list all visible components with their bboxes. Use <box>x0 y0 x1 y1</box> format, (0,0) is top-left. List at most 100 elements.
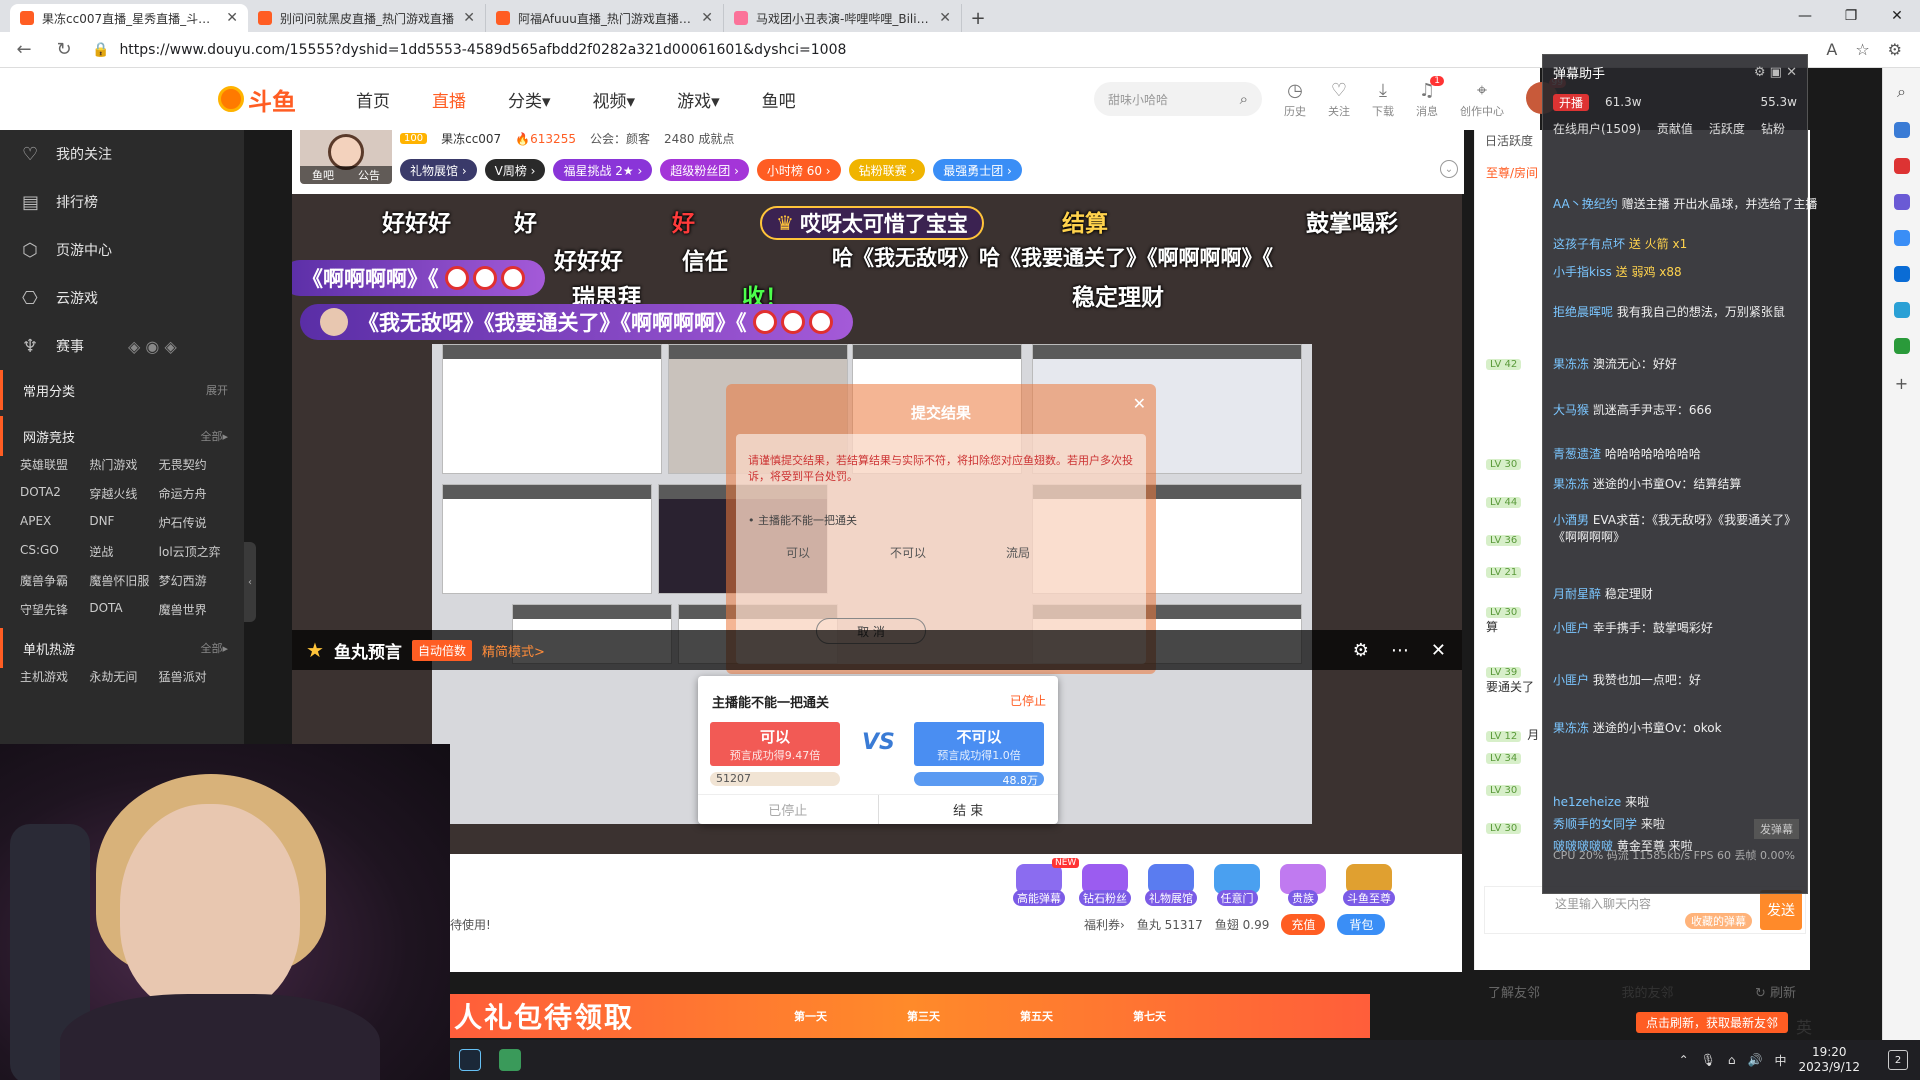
option-yes-button[interactable]: 可以 预言成功得9.47倍 <box>710 722 840 766</box>
simple-mode-link[interactable]: 精简模式> <box>482 641 545 660</box>
diamond-fans-tab[interactable]: 钻粉 <box>1761 120 1785 137</box>
nav-yuba[interactable]: 鱼吧 <box>762 87 796 112</box>
chevron-down-icon[interactable]: ⌄ <box>1440 160 1458 178</box>
user-name[interactable]: 果冻冻 <box>1553 477 1589 491</box>
nav-home[interactable]: 首页 <box>356 87 390 112</box>
category-item[interactable]: DNF <box>89 514 158 531</box>
minimize-icon[interactable]: — <box>1782 0 1828 32</box>
nav-video[interactable]: 视频▾ <box>593 87 636 112</box>
user-name[interactable]: 青葱遗渣 <box>1553 447 1601 461</box>
section-all[interactable]: 全部▸ <box>200 640 228 656</box>
restore-icon[interactable]: ❐ <box>1828 0 1874 32</box>
gift-item[interactable]: 礼物展馆 <box>1144 864 1198 906</box>
message-button[interactable]: ♫ 消息 1 <box>1416 76 1444 119</box>
option-no[interactable]: 不可以 <box>890 544 926 561</box>
option-void[interactable]: 流局 <box>1006 544 1030 561</box>
online-users-tab[interactable]: 在线用户(1509) <box>1553 120 1641 137</box>
gift-item[interactable]: 钻石粉丝 <box>1078 864 1132 906</box>
category-item[interactable]: 逆战 <box>89 543 158 560</box>
browser-tab[interactable]: 果冻cc007直播_星秀直播_斗鱼直 ✕ <box>10 4 248 32</box>
browser-tab[interactable]: 阿福Afuuu直播_热门游戏直播_斗 ✕ <box>486 4 724 32</box>
category-item[interactable]: 猛兽派对 <box>159 668 228 685</box>
chip-lucky-challenge[interactable]: 福星挑战 2★ › <box>553 159 653 181</box>
user-name[interactable]: 小匪户 <box>1553 621 1589 635</box>
search-icon[interactable]: ⌕ <box>1897 82 1906 102</box>
read-aloud-icon[interactable]: A <box>1826 40 1837 59</box>
close-tab-icon[interactable]: ✕ <box>701 10 713 26</box>
user-name[interactable]: 小酒男 <box>1553 513 1589 527</box>
category-item[interactable]: 热门游戏 <box>89 456 158 473</box>
refresh-button[interactable]: ↻ 刷新 <box>1755 982 1796 1001</box>
category-item[interactable]: 主机游戏 <box>20 668 89 685</box>
category-item[interactable]: 魔兽争霸 <box>20 572 89 589</box>
category-item[interactable]: APEX <box>20 514 89 531</box>
follow-button[interactable]: ♡ 关注 <box>1328 80 1350 119</box>
event-logo-icon[interactable]: ◈ ◉ ◈ <box>128 337 177 356</box>
streamer-avatar[interactable]: 鱼吧 公告 <box>300 130 392 184</box>
back-icon[interactable]: ← <box>12 39 36 60</box>
user-name[interactable]: 拒绝晨晖呢 <box>1553 305 1613 319</box>
category-item[interactable]: 炉石传说 <box>159 514 228 531</box>
close-tab-icon[interactable]: ✕ <box>463 10 475 26</box>
recharge-button[interactable]: 充值 <box>1281 914 1326 935</box>
close-window-icon[interactable]: ✕ <box>1874 0 1920 32</box>
add-icon[interactable]: + <box>1895 374 1908 393</box>
close-icon[interactable]: ✕ <box>1133 394 1146 413</box>
nav-game[interactable]: 游戏▾ <box>677 87 720 112</box>
send-button[interactable]: 发送 <box>1760 890 1802 930</box>
sidebar-section-online[interactable]: 网游竞技 全部▸ <box>0 416 244 456</box>
category-item[interactable]: 无畏契约 <box>159 456 228 473</box>
user-name[interactable]: 这孩子有点坏 <box>1553 237 1625 251</box>
notification-center-button[interactable]: 2 <box>1888 1050 1908 1070</box>
nav-live[interactable]: 直播 <box>432 87 466 112</box>
category-item[interactable]: 永劫无间 <box>89 668 158 685</box>
guild[interactable]: 公会：颜客 <box>590 130 650 147</box>
gift-item[interactable]: 任意门 <box>1210 864 1264 906</box>
lang-indicator[interactable]: 英 <box>1796 1014 1812 1038</box>
favorite-danmu-button[interactable]: 收藏的弹幕 <box>1685 913 1752 929</box>
streamer-name[interactable]: 果冻cc007 <box>441 130 501 147</box>
search-icon[interactable]: ⌕ <box>1240 90 1248 108</box>
category-item[interactable]: 魔兽怀旧服 <box>89 572 158 589</box>
reload-icon[interactable]: ↻ <box>52 39 76 60</box>
sidebar-item-webgame[interactable]: ⬡ 页游中心 <box>0 226 244 274</box>
backpack-button[interactable]: 背包 <box>1337 914 1386 935</box>
user-name[interactable]: 果冻冻 <box>1553 357 1589 371</box>
promo-banner[interactable]: 人礼包待领取 第一天 第三天 第五天 第七天 <box>450 994 1370 1038</box>
people-icon[interactable] <box>1893 194 1910 210</box>
more-icon[interactable]: ⋯ <box>1391 640 1409 661</box>
ime-indicator[interactable]: 中 <box>1774 1052 1786 1069</box>
chip-diamond-league[interactable]: 钻粉联赛 › <box>848 159 926 181</box>
steam-taskbar-icon[interactable] <box>450 1040 490 1080</box>
chevron-up-icon[interactable]: ⌃ <box>1679 1053 1689 1067</box>
welfare-link[interactable]: 福利券› <box>1084 916 1125 933</box>
download-button[interactable]: ⤓ 下载 <box>1372 80 1394 119</box>
user-name[interactable]: 果冻冻 <box>1553 721 1589 735</box>
category-item[interactable]: 英雄联盟 <box>20 456 89 473</box>
sidebar-collapse-button[interactable]: ‹ <box>244 542 256 622</box>
browser-tab[interactable]: 马戏团小丑表演-哔哩哔哩_Bilibili ✕ <box>724 4 962 32</box>
gift-item[interactable]: 高能弹幕 <box>1012 864 1066 906</box>
extensions-icon[interactable]: ⚙ <box>1888 40 1902 59</box>
new-tab-button[interactable]: + <box>962 4 994 32</box>
sidebar-section-common[interactable]: 常用分类 展开 <box>0 370 244 410</box>
category-item[interactable]: lol云顶之弈 <box>159 543 228 560</box>
network-icon[interactable]: ⌂ <box>1728 1053 1736 1067</box>
sidebar-item-cloudgame[interactable]: ⎔ 云游戏 <box>0 274 244 322</box>
option-yes[interactable]: 可以 <box>786 544 810 561</box>
user-name[interactable]: he1zeheize <box>1553 795 1621 809</box>
category-item[interactable]: 命运方舟 <box>159 485 228 502</box>
user-name[interactable]: 大马猴 <box>1553 403 1589 417</box>
volume-icon[interactable]: 🔊 <box>1748 1053 1763 1067</box>
category-item[interactable]: 魔兽世界 <box>159 601 228 618</box>
tree-icon[interactable] <box>1893 338 1910 354</box>
assistant-window-controls[interactable]: ⚙ ▣ ✕ <box>1754 65 1797 80</box>
sidebar-item-esports[interactable]: ♆ 赛事 ◈ ◉ ◈ <box>0 322 244 370</box>
chip-warrior-group[interactable]: 最强勇士团 › <box>933 159 1022 181</box>
user-name[interactable]: 小手指kiss <box>1553 265 1612 279</box>
close-tab-icon[interactable]: ✕ <box>939 10 951 26</box>
creator-center-button[interactable]: ⌖ 创作中心 <box>1460 80 1504 119</box>
chat-tab-activity[interactable]: 日活跃度 <box>1485 132 1533 149</box>
option-no-button[interactable]: 不可以 预言成功得1.0倍 <box>914 722 1044 766</box>
about-friends-link[interactable]: 了解友邻 <box>1488 982 1540 1001</box>
